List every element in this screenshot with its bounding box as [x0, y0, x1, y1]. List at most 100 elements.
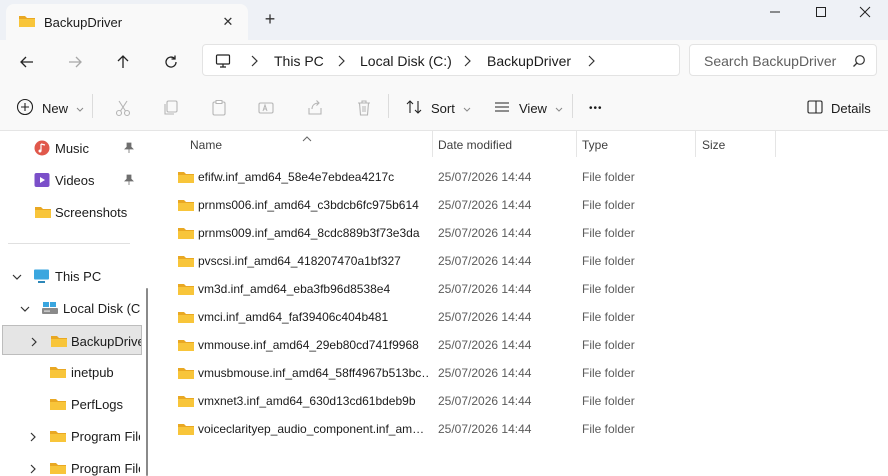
table-row[interactable]: vm3d.inf_amd64_eba3fb96d8538e4 25/07/2026… — [156, 274, 888, 302]
file-name: pvscsi.inf_amd64_418207470a1bf327 — [198, 254, 401, 268]
forward-arrow-icon[interactable] — [63, 50, 87, 74]
sidebar-item-program-files[interactable]: Program Files — [0, 421, 140, 451]
table-row[interactable]: vmxnet3.inf_amd64_630d13cd61bdeb9b 25/07/… — [156, 386, 888, 414]
file-date: 25/07/2026 14:44 — [438, 198, 532, 212]
sidebar-item-program-files-x86[interactable]: Program Files (x86) — [0, 453, 140, 476]
sidebar-item-inetpub[interactable]: inetpub — [0, 357, 140, 387]
toolbar-divider — [388, 94, 389, 118]
details-button[interactable]: Details — [806, 96, 871, 120]
column-header-size[interactable]: Size — [702, 138, 725, 152]
breadcrumb-backupdriver[interactable]: BackupDriver — [487, 53, 571, 69]
file-date: 25/07/2026 14:44 — [438, 422, 532, 436]
pin-icon[interactable] — [124, 174, 134, 189]
pc-icon — [215, 53, 231, 72]
file-type: File folder — [582, 366, 635, 380]
breadcrumb-local-disk[interactable]: Local Disk (C:) — [360, 53, 452, 69]
share-icon[interactable] — [306, 96, 324, 120]
folder-icon — [18, 13, 36, 32]
file-date: 25/07/2026 14:44 — [438, 394, 532, 408]
table-row[interactable]: vmusbmouse.inf_amd64_58ff4967b513bc… 25/0… — [156, 358, 888, 386]
delete-icon[interactable] — [355, 96, 373, 120]
file-date: 25/07/2026 14:44 — [438, 282, 532, 296]
sidebar-item-label: Videos — [55, 173, 95, 188]
close-window-icon[interactable] — [842, 0, 888, 24]
file-type: File folder — [582, 170, 635, 184]
tab-backupdriver[interactable]: BackupDriver ✕ — [6, 4, 248, 40]
sidebar-item-this-pc[interactable]: This PC — [0, 261, 140, 291]
sort-icon — [405, 98, 423, 119]
file-name: efifw.inf_amd64_58e4e7ebdea4217c — [198, 170, 395, 184]
sidebar-item-perflogs[interactable]: PerfLogs — [0, 389, 140, 419]
column-divider[interactable] — [432, 131, 433, 157]
column-header-name[interactable]: Name — [190, 138, 222, 152]
column-divider[interactable] — [576, 131, 577, 157]
table-row[interactable]: voiceclarityep_audio_component.inf_am… 25… — [156, 414, 888, 442]
copy-icon[interactable] — [162, 96, 180, 120]
chevron-right-icon[interactable] — [249, 54, 259, 71]
sidebar-scrollbar[interactable] — [146, 288, 148, 476]
minimize-icon[interactable] — [752, 0, 798, 24]
new-label: New — [42, 100, 69, 116]
sidebar-item-local-disk[interactable]: Local Disk (C:) — [0, 293, 140, 323]
table-row[interactable]: prnms006.inf_amd64_c3bdcb6fc975b614 25/07… — [156, 190, 888, 218]
chevron-right-icon[interactable] — [462, 54, 472, 71]
chevron-right-icon[interactable] — [29, 335, 39, 350]
details-pane-icon — [806, 98, 824, 119]
folder-icon — [177, 169, 195, 188]
file-name: vmxnet3.inf_amd64_630d13cd61bdeb9b — [198, 394, 416, 408]
table-row[interactable]: pvscsi.inf_amd64_418207470a1bf327 25/07/2… — [156, 246, 888, 274]
chevron-right-icon[interactable] — [28, 462, 38, 476]
close-tab-icon[interactable]: ✕ — [218, 12, 238, 32]
up-arrow-icon[interactable] — [111, 50, 135, 74]
folder-icon — [177, 225, 195, 244]
cut-icon[interactable] — [114, 96, 132, 120]
rename-icon[interactable] — [257, 96, 275, 120]
chevron-right-icon[interactable] — [586, 54, 596, 71]
new-tab-button[interactable]: + — [260, 9, 280, 29]
file-date: 25/07/2026 14:44 — [438, 254, 532, 268]
file-date: 25/07/2026 14:44 — [438, 310, 532, 324]
chevron-right-icon[interactable] — [28, 430, 38, 445]
search-icon[interactable] — [852, 54, 866, 71]
sidebar-item-videos[interactable]: Videos — [0, 165, 140, 195]
sidebar-item-screenshots[interactable]: Screenshots — [0, 197, 140, 227]
sort-label: Sort — [431, 100, 455, 116]
sidebar-item-backupdriver[interactable]: BackupDriver — [2, 325, 142, 355]
pin-icon[interactable] — [124, 142, 134, 157]
new-button[interactable]: New — [16, 96, 84, 120]
sort-button[interactable]: Sort — [405, 96, 471, 120]
maximize-icon[interactable] — [798, 0, 844, 24]
search-input[interactable]: Search BackupDriver — [689, 44, 877, 76]
column-divider[interactable] — [775, 131, 776, 157]
chevron-right-icon[interactable] — [336, 54, 346, 71]
paste-icon[interactable] — [210, 96, 228, 120]
column-header-type[interactable]: Type — [582, 138, 608, 152]
folder-icon — [177, 365, 195, 384]
sidebar-item-music[interactable]: Music — [0, 133, 140, 163]
videos-icon — [34, 172, 50, 191]
file-type: File folder — [582, 338, 635, 352]
search-placeholder: Search BackupDriver — [704, 53, 837, 69]
back-arrow-icon[interactable] — [15, 50, 39, 74]
table-row[interactable]: efifw.inf_amd64_58e4e7ebdea4217c 25/07/20… — [156, 162, 888, 190]
view-label: View — [519, 100, 547, 116]
file-name: prnms009.inf_amd64_8cdc889b3f73e3da — [198, 226, 420, 240]
folder-icon — [177, 393, 195, 412]
folder-icon — [50, 333, 68, 352]
folder-icon — [49, 460, 67, 476]
table-row[interactable]: vmmouse.inf_amd64_29eb80cd741f9968 25/07/… — [156, 330, 888, 358]
more-options-icon[interactable]: ••• — [589, 96, 603, 120]
table-row[interactable]: prnms009.inf_amd64_8cdc889b3f73e3da 25/07… — [156, 218, 888, 246]
folder-icon — [177, 253, 195, 272]
table-row[interactable]: vmci.inf_amd64_faf39406c404b481 25/07/202… — [156, 302, 888, 330]
refresh-icon[interactable] — [159, 50, 183, 74]
file-name: vmmouse.inf_amd64_29eb80cd741f9968 — [198, 338, 419, 352]
breadcrumb-this-pc[interactable]: This PC — [274, 53, 324, 69]
column-header-date[interactable]: Date modified — [438, 138, 512, 152]
chevron-down-icon[interactable] — [20, 302, 30, 317]
column-divider[interactable] — [695, 131, 696, 157]
chevron-down-icon[interactable] — [12, 270, 22, 285]
file-type: File folder — [582, 282, 635, 296]
view-button[interactable]: View — [493, 96, 563, 120]
address-bar[interactable]: This PC Local Disk (C:) BackupDriver — [202, 44, 680, 76]
